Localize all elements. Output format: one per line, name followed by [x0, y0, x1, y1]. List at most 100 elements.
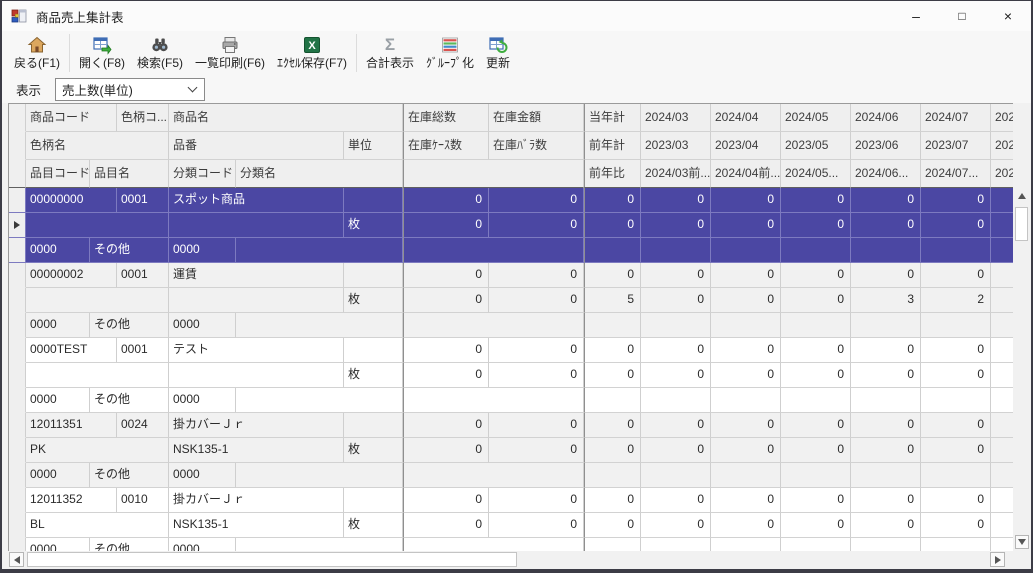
back-button[interactable]: 戻る(F1) [8, 33, 66, 72]
cell-color-name[interactable]: PK [26, 438, 169, 463]
cell-value[interactable]: 0 [711, 413, 781, 438]
cell-value[interactable]: 0 [641, 213, 711, 238]
cell-value[interactable]: 0 [489, 363, 584, 388]
cell-item-name[interactable]: その他 [90, 313, 169, 338]
cell-value[interactable]: 0 [584, 513, 641, 538]
header-month-clipped[interactable]: 2024/0 [991, 160, 1014, 188]
cell-unit[interactable]: 枚 [344, 438, 403, 463]
row-indicator[interactable] [9, 213, 26, 238]
cell-value[interactable]: 0 [781, 213, 851, 238]
cell-class-code[interactable]: 0000 [169, 463, 236, 488]
header-stock-total[interactable]: 在庫総数 [403, 104, 489, 132]
header-color-code[interactable]: 色柄コ... [117, 104, 169, 132]
row-indicator[interactable] [9, 313, 26, 338]
header-stock-amount[interactable]: 在庫金額 [489, 104, 584, 132]
header-month[interactable]: 2023/06 [851, 132, 921, 160]
cell-item-code[interactable]: 0000 [26, 238, 90, 263]
header-year-total[interactable]: 当年計 [584, 104, 641, 132]
cell-item-name[interactable]: その他 [90, 388, 169, 413]
scroll-right-button[interactable] [990, 552, 1005, 567]
cell-value[interactable]: 0 [584, 213, 641, 238]
cell-color-name[interactable]: BL [26, 513, 169, 538]
cell-value[interactable]: 0 [711, 188, 781, 213]
scroll-left-button[interactable] [9, 552, 24, 567]
cell-unit[interactable]: 枚 [344, 513, 403, 538]
cell-value[interactable]: 0 [781, 488, 851, 513]
cell-value[interactable]: 0 [921, 263, 991, 288]
header-stock-case[interactable]: 在庫ｹｰｽ数 [403, 132, 489, 160]
row-indicator[interactable] [9, 538, 26, 551]
cell-value[interactable]: 0 [851, 263, 921, 288]
cell-color-code[interactable]: 0001 [117, 263, 169, 288]
header-month[interactable]: 2024/05 [781, 104, 851, 132]
cell-product-code[interactable]: 00000002 [26, 263, 117, 288]
cell-value[interactable]: 0 [921, 513, 991, 538]
row-indicator[interactable] [9, 238, 26, 263]
cell-value[interactable]: 0 [921, 213, 991, 238]
cell-value[interactable]: 2 [921, 288, 991, 313]
cell-value[interactable]: 0 [403, 188, 489, 213]
header-item-code[interactable]: 品目コード [26, 160, 90, 188]
cell-color-code[interactable]: 0024 [117, 413, 169, 438]
header-month[interactable]: 2023/03 [641, 132, 711, 160]
row-indicator[interactable] [9, 388, 26, 413]
header-month-ratio[interactable]: 2024/04前... [711, 160, 781, 188]
vertical-scrollbar-thumb[interactable] [1015, 207, 1028, 241]
header-month[interactable]: 2024/04 [711, 104, 781, 132]
header-stock-bara[interactable]: 在庫ﾊﾞﾗ数 [489, 132, 584, 160]
cell-value[interactable]: 0 [641, 438, 711, 463]
cell-item-code[interactable]: 0000 [26, 313, 90, 338]
cell-value[interactable]: 0 [781, 363, 851, 388]
cell-value[interactable]: 0 [403, 213, 489, 238]
header-class-name[interactable]: 分類名 [236, 160, 403, 188]
header-product-name[interactable]: 商品名 [169, 104, 403, 132]
row-indicator[interactable] [9, 263, 26, 288]
cell-value[interactable]: 0 [403, 513, 489, 538]
cell-unit[interactable]: 枚 [344, 288, 403, 313]
close-button[interactable]: × [985, 1, 1031, 31]
cell-value[interactable]: 0 [489, 413, 584, 438]
cell-value[interactable]: 0 [781, 338, 851, 363]
cell-value[interactable]: 0 [851, 488, 921, 513]
cell-value[interactable]: 0 [489, 438, 584, 463]
cell-value[interactable]: 0 [641, 488, 711, 513]
cell-value[interactable]: 0 [851, 213, 921, 238]
vertical-scrollbar[interactable] [1013, 103, 1031, 551]
header-month-ratio[interactable]: 2024/03前... [641, 160, 711, 188]
cell-class-code[interactable]: 0000 [169, 388, 236, 413]
cell-value[interactable]: 0 [781, 288, 851, 313]
cell-value[interactable]: 0 [641, 288, 711, 313]
cell-value[interactable]: 0 [489, 488, 584, 513]
cell-value[interactable]: 0 [851, 338, 921, 363]
cell-value[interactable]: 0 [921, 363, 991, 388]
cell-value[interactable]: 0 [711, 213, 781, 238]
header-month[interactable]: 2024/03 [641, 104, 711, 132]
cell-value[interactable]: 0 [921, 488, 991, 513]
cell-value[interactable]: 0 [403, 413, 489, 438]
cell-color-name[interactable] [26, 363, 169, 388]
cell-value[interactable]: 0 [781, 263, 851, 288]
cell-value[interactable]: 0 [851, 188, 921, 213]
cell-value[interactable]: 0 [921, 413, 991, 438]
minimize-button[interactable]: – [893, 1, 939, 31]
cell-class-code[interactable]: 0000 [169, 313, 236, 338]
cell-value[interactable]: 0 [489, 188, 584, 213]
cell-value[interactable]: 0 [851, 438, 921, 463]
row-indicator[interactable] [9, 513, 26, 538]
cell-hinban[interactable] [169, 288, 344, 313]
cell-value[interactable]: 0 [584, 338, 641, 363]
cell-value[interactable]: 0 [403, 263, 489, 288]
cell-value[interactable]: 0 [489, 263, 584, 288]
cell-value[interactable]: 0 [403, 288, 489, 313]
cell-value[interactable]: 0 [921, 438, 991, 463]
open-button[interactable]: 開く(F8) [73, 33, 131, 72]
cell-item-code[interactable]: 0000 [26, 463, 90, 488]
header-month[interactable]: 2024/06 [851, 104, 921, 132]
cell-hinban[interactable] [169, 213, 344, 238]
cell-value[interactable]: 0 [851, 363, 921, 388]
cell-value[interactable]: 0 [851, 413, 921, 438]
cell-class-code[interactable]: 0000 [169, 238, 236, 263]
cell-value[interactable]: 0 [781, 413, 851, 438]
cell-product-code[interactable]: 12011351 [26, 413, 117, 438]
cell-item-name[interactable]: その他 [90, 238, 169, 263]
